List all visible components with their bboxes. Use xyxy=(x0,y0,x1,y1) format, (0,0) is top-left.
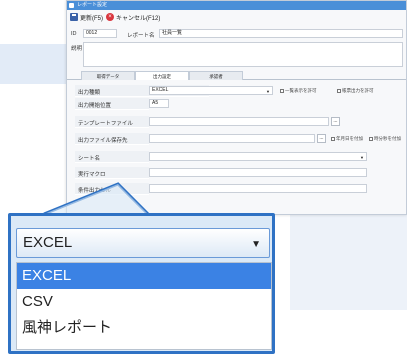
chevron-down-icon: ▼ xyxy=(266,89,270,94)
chevron-down-icon: ▼ xyxy=(360,155,364,160)
cancel-icon: × xyxy=(106,13,114,21)
report-name-value: 社員一覧 xyxy=(162,30,183,36)
save-icon xyxy=(70,13,78,21)
condition-cell-field[interactable] xyxy=(149,184,367,193)
start-position-label: 出力開始位置 xyxy=(78,103,112,109)
report-settings-window: レポート設定 更新(F5) × キャンセル(F12) ID 0012 レポート名… xyxy=(66,0,407,215)
id-field[interactable]: 0012 xyxy=(83,29,117,38)
zoomed-dropdown-list: EXCEL CSV 風神レポート xyxy=(16,262,272,350)
save-destination-label: 出力ファイル保存先 xyxy=(78,138,128,144)
tab-approver[interactable]: 承認者 xyxy=(189,71,243,80)
zoomed-selected-value: EXCEL xyxy=(23,234,73,251)
window-title: レポート設定 xyxy=(77,2,108,8)
report-name-label: レポート名 xyxy=(127,33,155,39)
window-titlebar: レポート設定 xyxy=(67,1,406,10)
dropdown-option-excel[interactable]: EXCEL xyxy=(17,263,271,289)
window-icon xyxy=(69,3,74,8)
output-type-value: EXCEL xyxy=(152,87,169,93)
time-checkbox-label: 時分秒を付加 xyxy=(374,136,401,141)
dropdown-option-csv[interactable]: CSV xyxy=(17,289,271,315)
start-position-value: A5 xyxy=(152,100,159,106)
yearmonth-checkbox[interactable]: 年月日を付加 xyxy=(331,136,363,142)
id-value: 0012 xyxy=(86,30,98,36)
macro-field[interactable] xyxy=(149,168,367,177)
tab-bar: 取得データ 出力設定 承認者 xyxy=(67,71,406,80)
save-destination-browse-button[interactable]: ... xyxy=(317,134,326,143)
macro-label: 実行マクロ xyxy=(78,172,106,178)
cancel-button[interactable]: × キャンセル(F12) xyxy=(106,13,160,22)
batch-checkbox-label: 帳票出力を許可 xyxy=(342,88,374,93)
output-type-select[interactable]: EXCEL ▼ xyxy=(149,86,273,95)
chevron-down-icon: ▼ xyxy=(251,239,261,250)
start-position-field[interactable]: A5 xyxy=(149,99,169,108)
update-button-label: 更新(F5) xyxy=(80,15,103,22)
condition-cell-row: 条件出力セル xyxy=(75,183,149,195)
sheet-name-select[interactable]: ▼ xyxy=(149,152,367,161)
start-position-row: 出力開始位置 xyxy=(75,98,149,110)
report-name-field[interactable]: 社員一覧 xyxy=(159,29,403,38)
output-settings-panel: 出力種類 EXCEL ▼ 一覧表示を許可 帳票出力を許可 出力開始位置 A5 テ… xyxy=(75,81,403,214)
background-band xyxy=(290,210,407,310)
template-browse-button[interactable]: ... xyxy=(331,117,340,126)
template-file-field[interactable] xyxy=(149,117,329,126)
tab-data[interactable]: 取得データ xyxy=(81,71,135,80)
id-label: ID xyxy=(71,31,77,37)
macro-row: 実行マクロ xyxy=(75,167,149,179)
dropdown-option-fujin-report[interactable]: 風神レポート xyxy=(17,315,271,341)
checkbox-box xyxy=(331,137,335,141)
template-file-label: テンプレートファイル xyxy=(78,121,133,127)
description-label: 説明 xyxy=(71,46,83,52)
save-destination-field[interactable] xyxy=(149,134,315,143)
toolbar: 更新(F5) × キャンセル(F12) xyxy=(67,10,406,24)
checkbox-box xyxy=(280,89,284,93)
preview-checkbox[interactable]: 一覧表示を許可 xyxy=(280,88,317,94)
zoomed-dropdown-callout: EXCEL ▼ EXCEL CSV 風神レポート xyxy=(8,213,275,354)
checkbox-box xyxy=(369,137,373,141)
batch-checkbox[interactable]: 帳票出力を許可 xyxy=(337,88,374,94)
cancel-button-label: キャンセル(F12) xyxy=(116,15,161,22)
template-file-row: テンプレートファイル xyxy=(75,116,149,128)
condition-cell-label: 条件出力セル xyxy=(78,188,112,194)
tab-output-settings[interactable]: 出力設定 xyxy=(135,71,189,80)
update-button[interactable]: 更新(F5) xyxy=(70,13,103,22)
save-destination-row: 出力ファイル保存先 xyxy=(75,133,149,145)
sheet-name-row: シート名 xyxy=(75,151,149,163)
preview-checkbox-label: 一覧表示を許可 xyxy=(285,88,317,93)
time-checkbox[interactable]: 時分秒を付加 xyxy=(369,136,401,142)
description-field[interactable] xyxy=(83,42,403,67)
output-type-label: 出力種類 xyxy=(78,90,101,96)
zoomed-output-type-select[interactable]: EXCEL ▼ xyxy=(16,228,270,258)
sheet-name-label: シート名 xyxy=(78,156,101,162)
yearmonth-checkbox-label: 年月日を付加 xyxy=(336,136,363,141)
checkbox-box xyxy=(337,89,341,93)
